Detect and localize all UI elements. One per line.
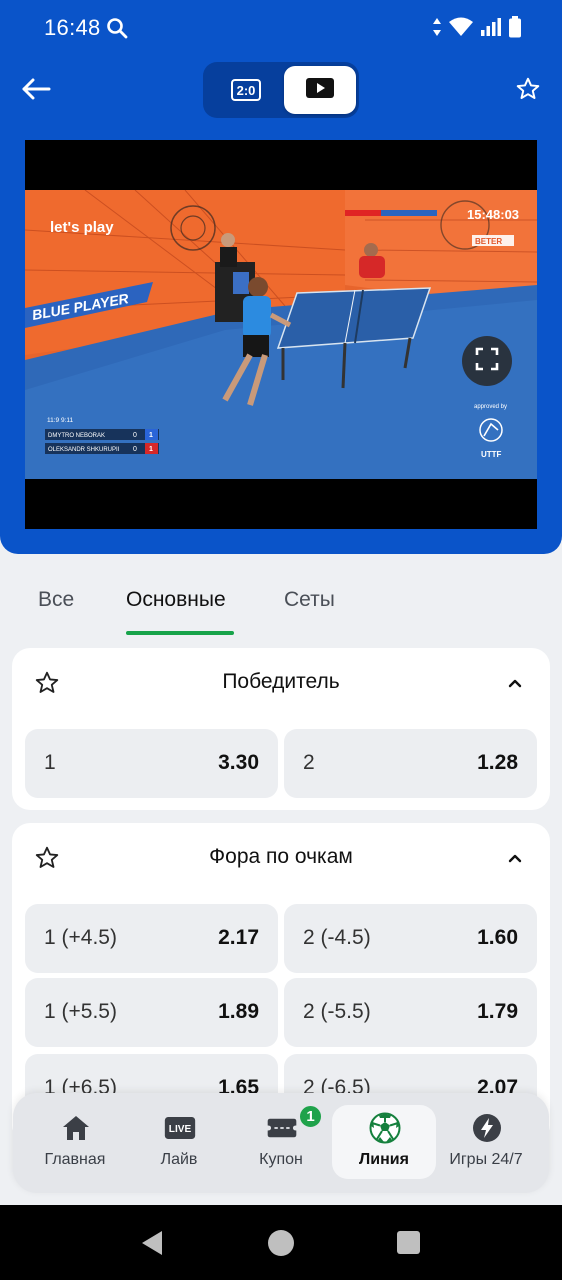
odd-value: 1.79 xyxy=(477,1000,518,1023)
star-outline-icon xyxy=(515,76,541,107)
scoreboard-sets-2: 0 xyxy=(133,446,137,453)
odd-button[interactable]: 2 (-5.5) 1.79 xyxy=(284,978,537,1047)
ticket-icon xyxy=(266,1113,298,1143)
scoreboard-sets-1: 0 xyxy=(133,432,137,439)
active-tab-indicator xyxy=(126,631,234,635)
scoreboard-points-2: 1 xyxy=(149,446,153,453)
approved-by-text: approved by xyxy=(474,404,507,410)
fullscreen-icon xyxy=(475,347,499,376)
data-arrows-icon xyxy=(432,17,442,42)
video-frame: BLUE PLAYER let's play 15:48:03 BETER 11… xyxy=(25,190,537,479)
home-icon xyxy=(60,1113,92,1143)
arrow-left-icon xyxy=(21,78,51,105)
odd-label: 1 xyxy=(44,751,56,774)
odd-value: 2.17 xyxy=(218,926,259,949)
battery-icon xyxy=(508,16,522,43)
status-time: 16:48 xyxy=(44,15,101,40)
nav-item-home[interactable]: Главная xyxy=(23,1105,127,1179)
odd-label: 2 xyxy=(303,751,315,774)
scoreboard-points-1: 1 xyxy=(149,432,153,439)
video-brand-text: let's play xyxy=(50,219,114,236)
chevron-up-icon[interactable] xyxy=(506,674,524,692)
odd-value: 1.60 xyxy=(477,926,518,949)
odd-button[interactable]: 2 (-4.5) 1.60 xyxy=(284,904,537,973)
status-bar: 16:48 xyxy=(0,0,562,56)
odd-button[interactable]: 1 3.30 xyxy=(25,729,278,798)
live-icon-text: LIVE xyxy=(169,1124,192,1135)
chevron-up-icon[interactable] xyxy=(506,849,524,867)
system-recents-icon[interactable] xyxy=(397,1231,420,1254)
nav-label: Игры 24/7 xyxy=(449,1151,523,1168)
odd-label: 2 (-4.5) xyxy=(303,926,371,949)
nav-item-line[interactable]: Линия xyxy=(332,1105,436,1179)
market-header[interactable]: Фора по очкам xyxy=(12,823,550,891)
soccer-ball-icon xyxy=(369,1112,401,1144)
scoreboard-player-1: DMYTRO NEBORAK xyxy=(48,433,105,439)
video-sponsor: BETER xyxy=(475,237,502,246)
system-home-icon[interactable] xyxy=(268,1230,294,1256)
tab-all[interactable]: Все xyxy=(38,588,74,612)
scoreboard-player-2: OLEKSANDR SHKURUPII xyxy=(48,447,120,453)
odd-value: 1.28 xyxy=(477,751,518,774)
video-view-button[interactable] xyxy=(284,66,356,114)
uttf-text: UTTF xyxy=(481,450,502,459)
fullscreen-button[interactable] xyxy=(462,336,512,386)
tab-main[interactable]: Основные xyxy=(126,588,226,612)
coupon-count-badge: 1 xyxy=(298,1104,323,1129)
wifi-icon xyxy=(448,17,474,42)
odd-button[interactable]: 1 (+5.5) 1.89 xyxy=(25,978,278,1047)
favorite-button[interactable] xyxy=(512,74,544,108)
scoreboard-view-button[interactable]: 2:0 xyxy=(213,70,279,110)
nav-item-live[interactable]: LIVE Лайв xyxy=(127,1105,231,1179)
search-icon xyxy=(106,17,128,44)
video-player[interactable]: BLUE PLAYER let's play 15:48:03 BETER 11… xyxy=(25,140,537,529)
system-navigation-bar xyxy=(0,1205,562,1280)
odd-label: 1 (+5.5) xyxy=(44,1000,117,1023)
market-title: Победитель xyxy=(222,670,340,693)
odd-button[interactable]: 1 (+4.5) 2.17 xyxy=(25,904,278,973)
bottom-navigation: Главная LIVE Лайв Купон 1 Линия Игры 24/… xyxy=(13,1093,549,1193)
signal-icon xyxy=(480,17,502,42)
market-tabs: Все Основные Сеты xyxy=(0,574,562,636)
odd-value: 1.89 xyxy=(218,1000,259,1023)
market-title: Фора по очкам xyxy=(209,845,353,868)
back-button[interactable] xyxy=(18,74,54,108)
odd-value: 3.30 xyxy=(218,751,259,774)
live-icon: LIVE xyxy=(164,1113,196,1143)
scoreboard-sets: 11:9 9:11 xyxy=(47,417,74,424)
video-clock: 15:48:03 xyxy=(467,207,519,222)
market-card-winner: Победитель 1 3.30 2 1.28 xyxy=(12,648,550,810)
market-header[interactable]: Победитель xyxy=(12,648,550,716)
odd-button[interactable]: 2 1.28 xyxy=(284,729,537,798)
play-icon xyxy=(305,77,335,104)
odd-label: 2 (-5.5) xyxy=(303,1000,371,1023)
view-toggle: 2:0 xyxy=(203,62,359,118)
tab-sets[interactable]: Сеты xyxy=(284,588,335,612)
score-chip: 2:0 xyxy=(231,79,261,101)
match-header: 16:48 2:0 BLUE PLAYER let's play 15:48:0… xyxy=(0,0,562,554)
nav-item-games[interactable]: Игры 24/7 xyxy=(434,1105,538,1179)
lightning-icon xyxy=(471,1113,503,1143)
system-back-icon[interactable] xyxy=(140,1230,164,1261)
odd-label: 1 (+4.5) xyxy=(44,926,117,949)
